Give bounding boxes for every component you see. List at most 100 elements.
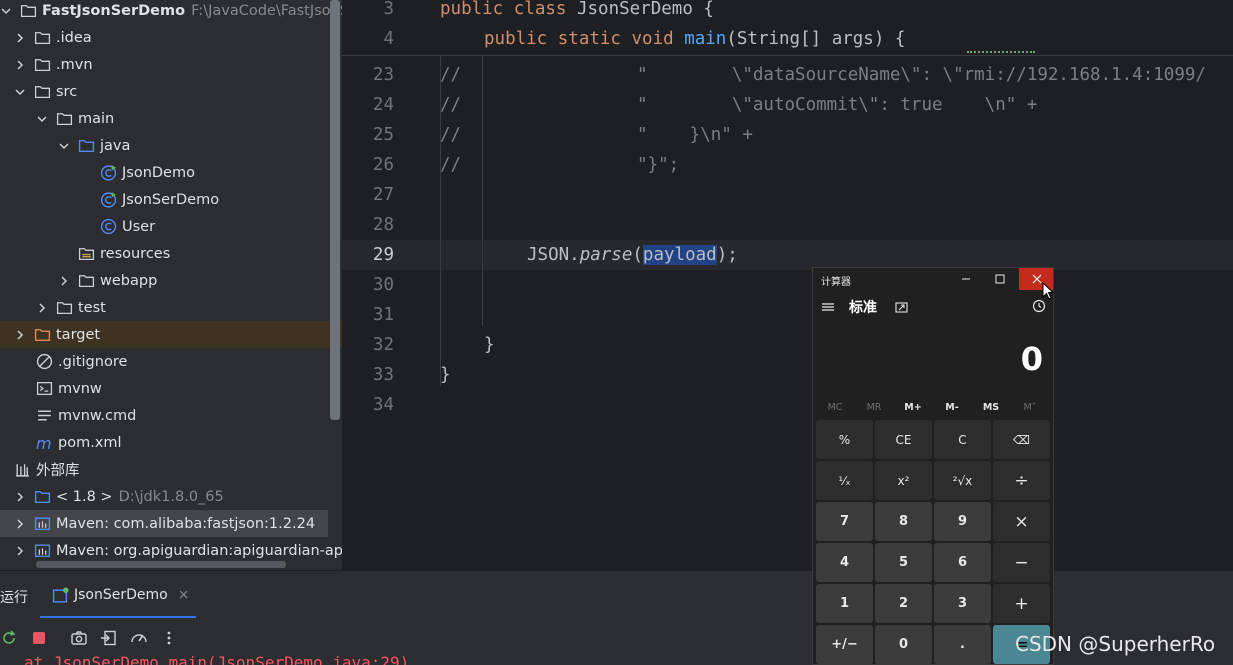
tree-item-test[interactable]: test	[0, 294, 328, 321]
current-line-highlight	[342, 240, 1233, 270]
line-number: 3	[383, 0, 394, 19]
tree-item-jsondemo[interactable]: JsonDemo	[0, 159, 328, 186]
memory-store-button[interactable]: MS	[972, 402, 1010, 413]
line-number: 28	[372, 215, 394, 235]
code-line-brace: }	[484, 335, 495, 355]
plus-key[interactable]: +	[993, 584, 1050, 623]
watermark-text: CSDN @SuperherRo	[1015, 632, 1216, 656]
minimize-button[interactable]	[949, 268, 983, 290]
code-editor[interactable]: 3 public class JsonSerDemo { 4 public st…	[342, 0, 1233, 570]
run-tab[interactable]: JsonSerDemo ×	[52, 583, 189, 607]
divide-key[interactable]: ÷	[993, 461, 1050, 500]
camera-icon[interactable]	[70, 629, 88, 647]
tree-item-label: < 1.8 >	[56, 488, 113, 505]
hamburger-menu-icon[interactable]	[821, 299, 835, 313]
tree-item-jsonserdemo[interactable]: JsonSerDemo	[0, 186, 328, 213]
code-line: public class JsonSerDemo {	[440, 0, 714, 19]
tree-item-label: .gitignore	[58, 353, 128, 370]
digit-3-key[interactable]: 3	[934, 584, 991, 623]
line-number: 32	[372, 335, 394, 355]
line-number: 23	[372, 65, 394, 85]
library-icon	[14, 461, 31, 478]
folder-icon	[78, 272, 95, 289]
clear-entry-key[interactable]: CE	[875, 420, 932, 459]
tree-item-idea[interactable]: .idea	[0, 24, 328, 51]
memory-add-button[interactable]: M+	[894, 402, 932, 413]
digit-1-key[interactable]: 1	[816, 584, 873, 623]
chevron-right-icon[interactable]	[14, 491, 26, 503]
clear-key[interactable]: C	[934, 420, 991, 459]
multiply-key[interactable]: ×	[993, 502, 1050, 541]
profiler-icon[interactable]	[130, 629, 148, 647]
digit-7-key[interactable]: 7	[816, 502, 873, 541]
keep-on-top-icon[interactable]	[895, 299, 908, 313]
chevron-right-icon[interactable]	[14, 32, 26, 44]
digit-6-key[interactable]: 6	[934, 543, 991, 582]
maximize-button[interactable]	[983, 268, 1017, 290]
decimal-key[interactable]: .	[934, 625, 991, 664]
jar-library-icon	[34, 542, 51, 559]
tree-item-mvn[interactable]: .mvn	[0, 51, 328, 78]
comment-text: " }\n" +	[637, 125, 753, 145]
chevron-right-icon[interactable]	[36, 302, 48, 314]
digit-0-key[interactable]: 0	[875, 625, 932, 664]
tree-item-java[interactable]: java	[0, 132, 328, 159]
rerun-icon[interactable]	[0, 629, 18, 647]
tree-root[interactable]: FastJsonSerDemo F:\JavaCode\FastJsonSerD…	[0, 0, 342, 24]
more-icon[interactable]	[160, 629, 178, 647]
percent-key[interactable]: %	[816, 420, 873, 459]
tree-item-user[interactable]: User	[0, 213, 328, 240]
memory-list-button[interactable]: M˅	[1011, 402, 1049, 413]
tree-item-main[interactable]: main	[0, 105, 328, 132]
chevron-right-icon[interactable]	[14, 518, 26, 530]
tree-item-src[interactable]: src	[0, 78, 328, 105]
tree-item-gitignore[interactable]: .gitignore	[0, 348, 328, 375]
tree-item-webapp[interactable]: webapp	[0, 267, 328, 294]
tree-item-pom[interactable]: m pom.xml	[0, 429, 328, 456]
close-tab-icon[interactable]: ×	[178, 587, 190, 603]
tree-item-fastjson-library[interactable]: Maven: com.alibaba:fastjson:1.2.24	[0, 510, 328, 537]
code-line: public static void main(String[] args) {	[484, 29, 906, 49]
folder-icon	[34, 56, 51, 73]
tree-item-external-libraries[interactable]: 外部库	[0, 456, 328, 483]
tree-horizontal-scrollbar[interactable]	[36, 561, 286, 568]
square-key[interactable]: x²	[875, 461, 932, 500]
tree-item-jdk[interactable]: < 1.8 > D:\jdk1.8.0_65	[0, 483, 328, 510]
tree-item-label: mvnw	[58, 380, 102, 397]
tree-item-target[interactable]: target	[0, 321, 342, 348]
chevron-down-icon[interactable]	[36, 113, 48, 125]
backspace-key[interactable]: ⌫	[993, 420, 1050, 459]
login-icon[interactable]	[100, 629, 118, 647]
chevron-down-icon[interactable]	[58, 140, 70, 152]
tree-item-label: .mvn	[56, 56, 93, 73]
memory-recall-button[interactable]: MR	[855, 402, 893, 413]
digit-8-key[interactable]: 8	[875, 502, 932, 541]
memory-clear-button[interactable]: MC	[816, 402, 854, 413]
digit-5-key[interactable]: 5	[875, 543, 932, 582]
digit-2-key[interactable]: 2	[875, 584, 932, 623]
chevron-down-icon[interactable]	[0, 5, 12, 17]
chevron-right-icon[interactable]	[14, 329, 26, 341]
square-root-key[interactable]: ²√x	[934, 461, 991, 500]
stop-icon[interactable]	[30, 629, 48, 647]
tree-item-apiguardian-library[interactable]: Maven: org.apiguardian:apiguardian-api:1…	[0, 537, 342, 564]
reciprocal-key[interactable]: ¹⁄ₓ	[816, 461, 873, 500]
tree-item-mvnw[interactable]: mvnw	[0, 375, 328, 402]
console-output-line: at JsonSerDemo.main(JsonSerDemo.java:29)	[24, 653, 410, 665]
typo-underline	[967, 50, 1035, 53]
tree-item-resources[interactable]: resources	[0, 240, 328, 267]
tree-vertical-scrollbar[interactable]	[330, 0, 340, 420]
memory-subtract-button[interactable]: M-	[933, 402, 971, 413]
negate-key[interactable]: +/−	[816, 625, 873, 664]
digit-4-key[interactable]: 4	[816, 543, 873, 582]
chevron-right-icon[interactable]	[14, 545, 26, 557]
chevron-down-icon[interactable]	[14, 86, 26, 98]
minus-key[interactable]: −	[993, 543, 1050, 582]
chevron-right-icon[interactable]	[58, 275, 70, 287]
chevron-right-icon[interactable]	[14, 59, 26, 71]
line-number: 30	[372, 275, 394, 295]
digit-9-key[interactable]: 9	[934, 502, 991, 541]
history-icon[interactable]	[1032, 298, 1046, 313]
tree-item-mvnw-cmd[interactable]: mvnw.cmd	[0, 402, 328, 429]
calculator-window[interactable]: 计算器 标准 0 MC MR M+ M- MS M˅ % CE C ⌫ ¹⁄ₓ …	[812, 267, 1054, 665]
